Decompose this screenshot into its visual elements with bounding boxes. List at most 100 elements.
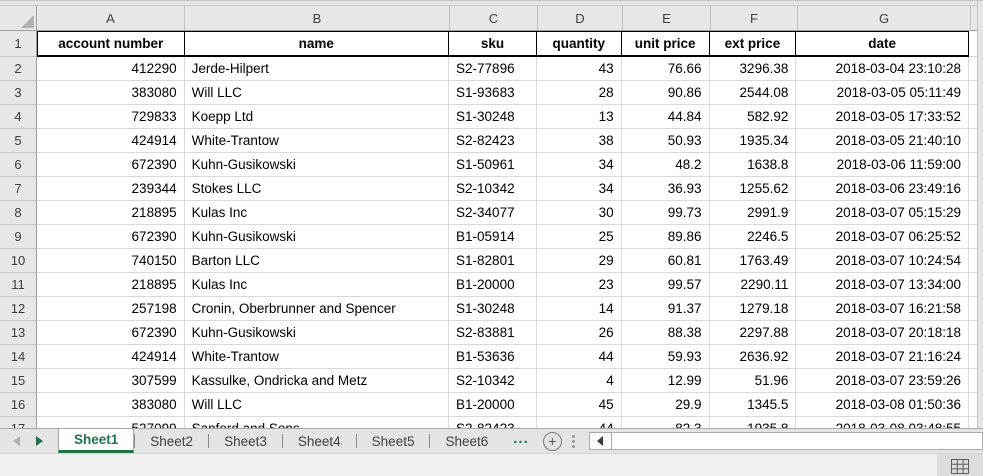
cell-G13[interactable]: 2018-03-07 20:18:18 <box>796 321 969 345</box>
cell-F8[interactable]: 2991.9 <box>710 201 797 225</box>
cell-G17[interactable]: 2018-03-08 03:48:55 <box>796 417 969 428</box>
tab-splitter-handle[interactable] <box>572 435 575 448</box>
cell-D16[interactable]: 45 <box>537 393 622 417</box>
cell-C2[interactable]: S2-77896 <box>449 57 537 81</box>
cell-C5[interactable]: S2-82423 <box>449 129 537 153</box>
cell-A13[interactable]: 672390 <box>37 321 185 345</box>
row-header-4[interactable]: 4 <box>0 105 37 129</box>
cell-E15[interactable]: 12.99 <box>622 369 710 393</box>
cell-B10[interactable]: Barton LLC <box>185 249 449 273</box>
cell-B14[interactable]: White-Trantow <box>185 345 449 369</box>
header-cell-sku[interactable]: sku <box>449 31 537 57</box>
row-header-16[interactable]: 16 <box>0 393 37 417</box>
cell-G14[interactable]: 2018-03-07 21:16:24 <box>796 345 969 369</box>
column-header-D[interactable]: D <box>538 6 623 31</box>
cell-G16[interactable]: 2018-03-08 01:50:36 <box>796 393 969 417</box>
cell-C10[interactable]: S1-82801 <box>449 249 537 273</box>
tab-sheet4[interactable]: Sheet4 <box>283 429 356 453</box>
row-header-5[interactable]: 5 <box>0 129 37 153</box>
header-cell-ext-price[interactable]: ext price <box>710 31 797 57</box>
cell-B5[interactable]: White-Trantow <box>185 129 449 153</box>
cell-C14[interactable]: B1-53636 <box>449 345 537 369</box>
cell-E14[interactable]: 59.93 <box>622 345 710 369</box>
cell-G7[interactable]: 2018-03-06 23:49:16 <box>796 177 969 201</box>
more-sheets-button[interactable]: ... <box>503 429 537 453</box>
cell-F14[interactable]: 2636.92 <box>710 345 797 369</box>
cell-A9[interactable]: 672390 <box>37 225 185 249</box>
select-all-corner[interactable] <box>0 6 37 31</box>
cell-G12[interactable]: 2018-03-07 16:21:58 <box>796 297 969 321</box>
cell-A15[interactable]: 307599 <box>37 369 185 393</box>
column-header-G[interactable]: G <box>798 6 971 31</box>
cell-E5[interactable]: 50.93 <box>622 129 710 153</box>
cell-E17[interactable]: 82.3 <box>622 417 710 428</box>
cell-C17[interactable]: S2-82423 <box>449 417 537 428</box>
cell-B16[interactable]: Will LLC <box>185 393 449 417</box>
cell-B8[interactable]: Kulas Inc <box>185 201 449 225</box>
cell-C8[interactable]: S2-34077 <box>449 201 537 225</box>
cell-B9[interactable]: Kuhn-Gusikowski <box>185 225 449 249</box>
row-header-6[interactable]: 6 <box>0 153 37 177</box>
cell-B17[interactable]: Sanford and Sons <box>185 417 449 428</box>
cell-F11[interactable]: 2290.11 <box>710 273 797 297</box>
cell-G6[interactable]: 2018-03-06 11:59:00 <box>796 153 969 177</box>
cell-D3[interactable]: 28 <box>537 81 622 105</box>
cell-G10[interactable]: 2018-03-07 10:24:54 <box>796 249 969 273</box>
cell-D14[interactable]: 44 <box>537 345 622 369</box>
cell-C9[interactable]: B1-05914 <box>449 225 537 249</box>
cell-C6[interactable]: S1-50961 <box>449 153 537 177</box>
cell-D8[interactable]: 30 <box>537 201 622 225</box>
cell-C4[interactable]: S1-30248 <box>449 105 537 129</box>
cell-E2[interactable]: 76.66 <box>622 57 710 81</box>
cell-D9[interactable]: 25 <box>537 225 622 249</box>
tab-sheet5[interactable]: Sheet5 <box>357 429 430 453</box>
cell-C11[interactable]: B1-20000 <box>449 273 537 297</box>
cell-A2[interactable]: 412290 <box>37 57 185 81</box>
cell-G11[interactable]: 2018-03-07 13:34:00 <box>796 273 969 297</box>
cell-F12[interactable]: 1279.18 <box>710 297 797 321</box>
header-cell-name[interactable]: name <box>185 31 449 57</box>
cell-E9[interactable]: 89.86 <box>622 225 710 249</box>
cell-E6[interactable]: 48.2 <box>622 153 710 177</box>
cell-B6[interactable]: Kuhn-Gusikowski <box>185 153 449 177</box>
cell-E16[interactable]: 29.9 <box>622 393 710 417</box>
cell-D11[interactable]: 23 <box>537 273 622 297</box>
cell-C3[interactable]: S1-93683 <box>449 81 537 105</box>
cell-A14[interactable]: 424914 <box>37 345 185 369</box>
sheet-nav-right-icon[interactable] <box>36 436 43 446</box>
cell-B13[interactable]: Kuhn-Gusikowski <box>185 321 449 345</box>
cell-G4[interactable]: 2018-03-05 17:33:52 <box>796 105 969 129</box>
cell-C13[interactable]: S2-83881 <box>449 321 537 345</box>
cell-D17[interactable]: 44 <box>537 417 622 428</box>
header-cell-date[interactable]: date <box>796 31 969 57</box>
cell-F2[interactable]: 3296.38 <box>710 57 797 81</box>
cell-D4[interactable]: 13 <box>537 105 622 129</box>
cell-F15[interactable]: 51.96 <box>710 369 797 393</box>
cell-B11[interactable]: Kulas Inc <box>185 273 449 297</box>
cell-A11[interactable]: 218895 <box>37 273 185 297</box>
row-header-2[interactable]: 2 <box>0 57 37 81</box>
cell-D13[interactable]: 26 <box>537 321 622 345</box>
scroll-left-button[interactable] <box>590 433 612 449</box>
cell-A12[interactable]: 257198 <box>37 297 185 321</box>
cell-A16[interactable]: 383080 <box>37 393 185 417</box>
cell-A7[interactable]: 239344 <box>37 177 185 201</box>
cell-G9[interactable]: 2018-03-07 06:25:52 <box>796 225 969 249</box>
tab-sheet6[interactable]: Sheet6 <box>430 429 503 453</box>
grid-view-button[interactable] <box>937 454 983 476</box>
cell-B2[interactable]: Jerde-Hilpert <box>185 57 449 81</box>
cell-D15[interactable]: 4 <box>537 369 622 393</box>
row-header-8[interactable]: 8 <box>0 201 37 225</box>
cell-A17[interactable]: 527099 <box>37 417 185 428</box>
cell-G8[interactable]: 2018-03-07 05:15:29 <box>796 201 969 225</box>
row-header-10[interactable]: 10 <box>0 249 37 273</box>
add-sheet-button[interactable]: + <box>543 432 562 451</box>
cell-A3[interactable]: 383080 <box>37 81 185 105</box>
column-header-F[interactable]: F <box>711 6 798 31</box>
row-header-17[interactable]: 17 <box>0 417 37 428</box>
cell-F6[interactable]: 1638.8 <box>710 153 797 177</box>
header-cell-quantity[interactable]: quantity <box>537 31 622 57</box>
cell-A10[interactable]: 740150 <box>37 249 185 273</box>
row-header-13[interactable]: 13 <box>0 321 37 345</box>
cell-E10[interactable]: 60.81 <box>622 249 710 273</box>
